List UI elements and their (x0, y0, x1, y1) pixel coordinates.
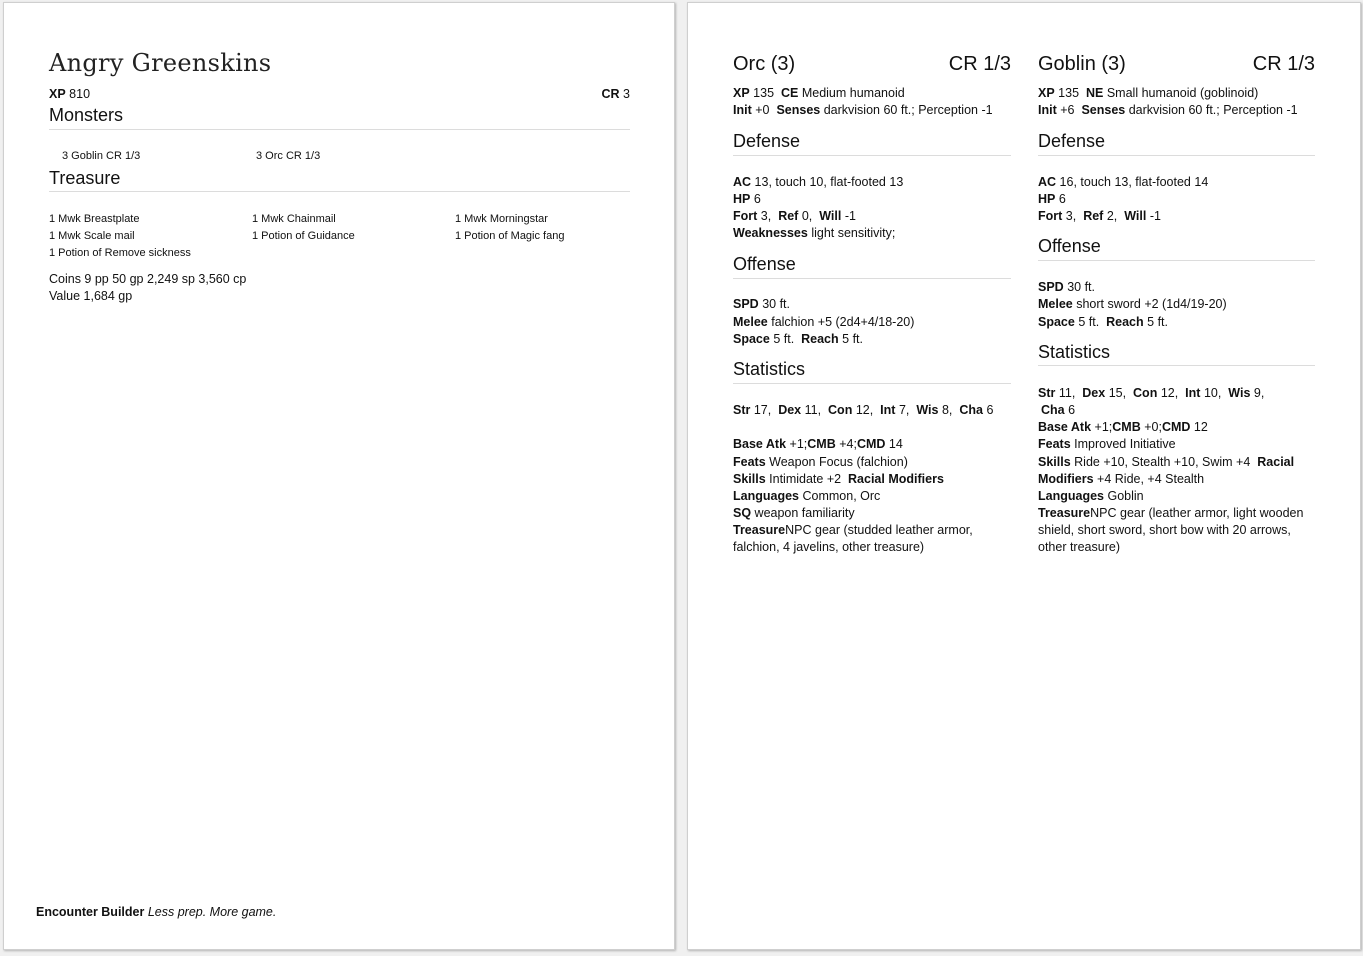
orc-saves: Fort 3, Ref 0, Will -1 (733, 209, 856, 223)
value-line: Value 1,684 gp (49, 289, 133, 303)
treasure-item: 1 Potion of Remove sickness (49, 247, 191, 259)
treasure-rule (49, 191, 630, 192)
treasure-item: 1 Mwk Chainmail (252, 213, 336, 225)
goblin-name: Goblin (3) (1038, 53, 1126, 75)
goblin-defense-heading: Defense (1038, 131, 1106, 151)
orc-melee: Melee falchion +5 (2d4+4/18-20) (733, 315, 915, 329)
treasure-item: 1 Mwk Scale mail (49, 230, 135, 242)
goblin-offense-heading: Offense (1038, 236, 1101, 256)
goblin-saves: Fort 3, Ref 2, Will -1 (1038, 209, 1161, 223)
orc-space-reach: Space 5 ft. Reach 5 ft. (733, 332, 863, 346)
orc-init-line: Init +0 Senses darkvision 60 ft.; Percep… (733, 103, 993, 117)
goblin-statistics-rule (1038, 365, 1315, 366)
orc-combat: Base Atk +1;CMB +4;CMD 14 (733, 437, 903, 451)
orc-sq: SQ weapon familiarity (733, 506, 855, 520)
orc-abilities: Str 17, Dex 11, Con 12, Int 7, Wis 8, Ch… (733, 403, 994, 417)
orc-xp-line: XP 135 CE Medium humanoid (733, 86, 905, 100)
goblin-init-line: Init +6 Senses darkvision 60 ft.; Percep… (1038, 103, 1298, 117)
goblin-statistics-heading: Statistics (1038, 342, 1111, 362)
monsters-heading: Monsters (49, 105, 124, 125)
treasure-item: 1 Potion of Guidance (252, 230, 355, 242)
page-statblocks: Orc (3) CR 1/3 XP 135 CE Medium humanoid… (687, 2, 1361, 950)
treasure-item: 1 Mwk Morningstar (455, 213, 548, 225)
treasure-item: 1 Mwk Breastplate (49, 213, 140, 225)
orc-cr: CR 1/3 (948, 53, 1011, 75)
monster-entry-orc: 3 Orc CR 1/3 (256, 150, 321, 162)
page-encounter-summary: Angry Greenskins XP 810 CR 3 Monsters 3 … (3, 2, 675, 950)
orc-offense-heading: Offense (733, 254, 796, 274)
goblin-melee: Melee short sword +2 (1d4/19-20) (1038, 297, 1227, 311)
orc-defense-rule (733, 155, 1011, 156)
goblin-space-reach: Space 5 ft. Reach 5 ft. (1038, 315, 1168, 329)
goblin-feats: Feats Improved Initiative (1038, 437, 1176, 451)
goblin-cr: CR 1/3 (1252, 53, 1315, 75)
goblin-offense-rule (1038, 260, 1315, 261)
orc-feats: Feats Weapon Focus (falchion) (733, 455, 908, 469)
orc-treasure: TreasureNPC gear (studded leather armor, (733, 523, 973, 537)
monster-entry-goblin: 3 Goblin CR 1/3 (62, 150, 141, 162)
orc-weaknesses: Weaknesses light sensitivity; (733, 226, 896, 240)
goblin-racial-modifiers: Modifiers +4 Ride, +4 Stealth (1038, 472, 1205, 486)
coins-line: Coins 9 pp 50 gp 2,249 sp 3,560 cp (49, 272, 247, 286)
orc-offense-rule (733, 278, 1011, 279)
goblin-hp: HP 6 (1038, 192, 1066, 206)
orc-ac: AC 13, touch 10, flat-footed 13 (733, 175, 904, 189)
orc-name: Orc (3) (733, 53, 796, 75)
goblin-defense-rule (1038, 155, 1315, 156)
goblin-skills: Skills Ride +10, Stealth +10, Swim +4 Ra… (1038, 455, 1295, 469)
treasure-heading: Treasure (49, 168, 121, 188)
monsters-rule (49, 129, 630, 130)
orc-hp: HP 6 (733, 192, 761, 206)
encounter-xp: XP 810 (49, 87, 91, 101)
footer-credit: Encounter Builder Less prep. More game. (36, 905, 277, 919)
goblin-xp-line: XP 135 NE Small humanoid (goblinoid) (1038, 86, 1259, 100)
orc-defense-heading: Defense (733, 131, 801, 151)
goblin-abilities-cont: Cha 6 (1041, 403, 1076, 417)
goblin-spd: SPD 30 ft. (1038, 280, 1095, 294)
orc-spd: SPD 30 ft. (733, 297, 790, 311)
goblin-treasure-cont2: other treasure) (1038, 540, 1120, 554)
goblin-abilities: Str 11, Dex 15, Con 12, Int 10, Wis 9, (1038, 386, 1265, 400)
goblin-combat: Base Atk +1;CMB +0;CMD 12 (1038, 420, 1208, 434)
orc-skills: Skills Intimidate +2 Racial Modifiers (733, 472, 944, 486)
goblin-treasure: TreasureNPC gear (leather armor, light w… (1038, 506, 1304, 520)
goblin-ac: AC 16, touch 13, flat-footed 14 (1038, 175, 1209, 189)
orc-treasure-cont: falchion, 4 javelins, other treasure) (733, 540, 925, 554)
encounter-cr: CR 3 (601, 87, 631, 101)
goblin-treasure-cont: shield, short sword, short bow with 20 a… (1038, 523, 1291, 537)
orc-statistics-rule (733, 383, 1011, 384)
encounter-title: Angry Greenskins (49, 49, 272, 77)
goblin-languages: Languages Goblin (1038, 489, 1144, 503)
orc-languages: Languages Common, Orc (733, 489, 881, 503)
treasure-item: 1 Potion of Magic fang (455, 230, 565, 242)
orc-statistics-heading: Statistics (733, 359, 806, 379)
